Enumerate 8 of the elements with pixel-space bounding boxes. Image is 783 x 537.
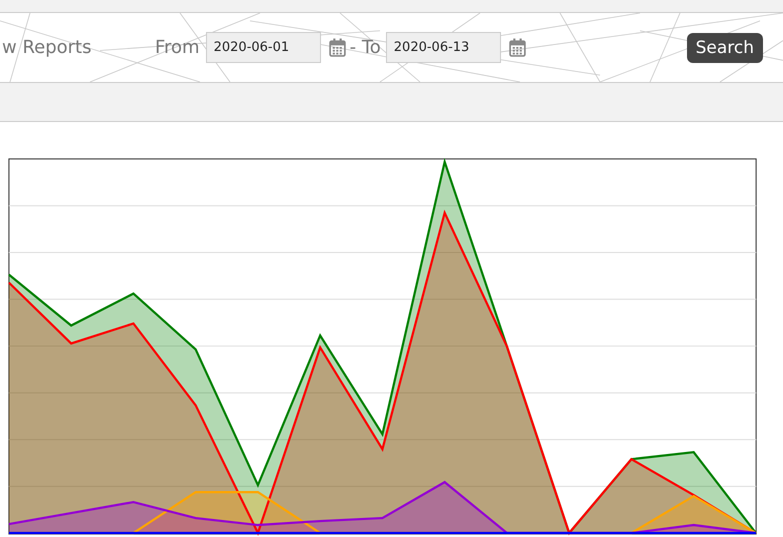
page-title: w Reports <box>2 37 92 58</box>
to-date-field[interactable]: 2020-06-13 <box>386 32 501 63</box>
search-button[interactable]: Search <box>686 32 763 62</box>
from-date-field[interactable]: 2020-06-01 <box>206 32 321 63</box>
calendar-icon[interactable] <box>508 38 526 57</box>
from-label: From <box>155 37 200 58</box>
calendar-icon[interactable] <box>328 38 346 57</box>
to-label: - To <box>350 37 381 58</box>
